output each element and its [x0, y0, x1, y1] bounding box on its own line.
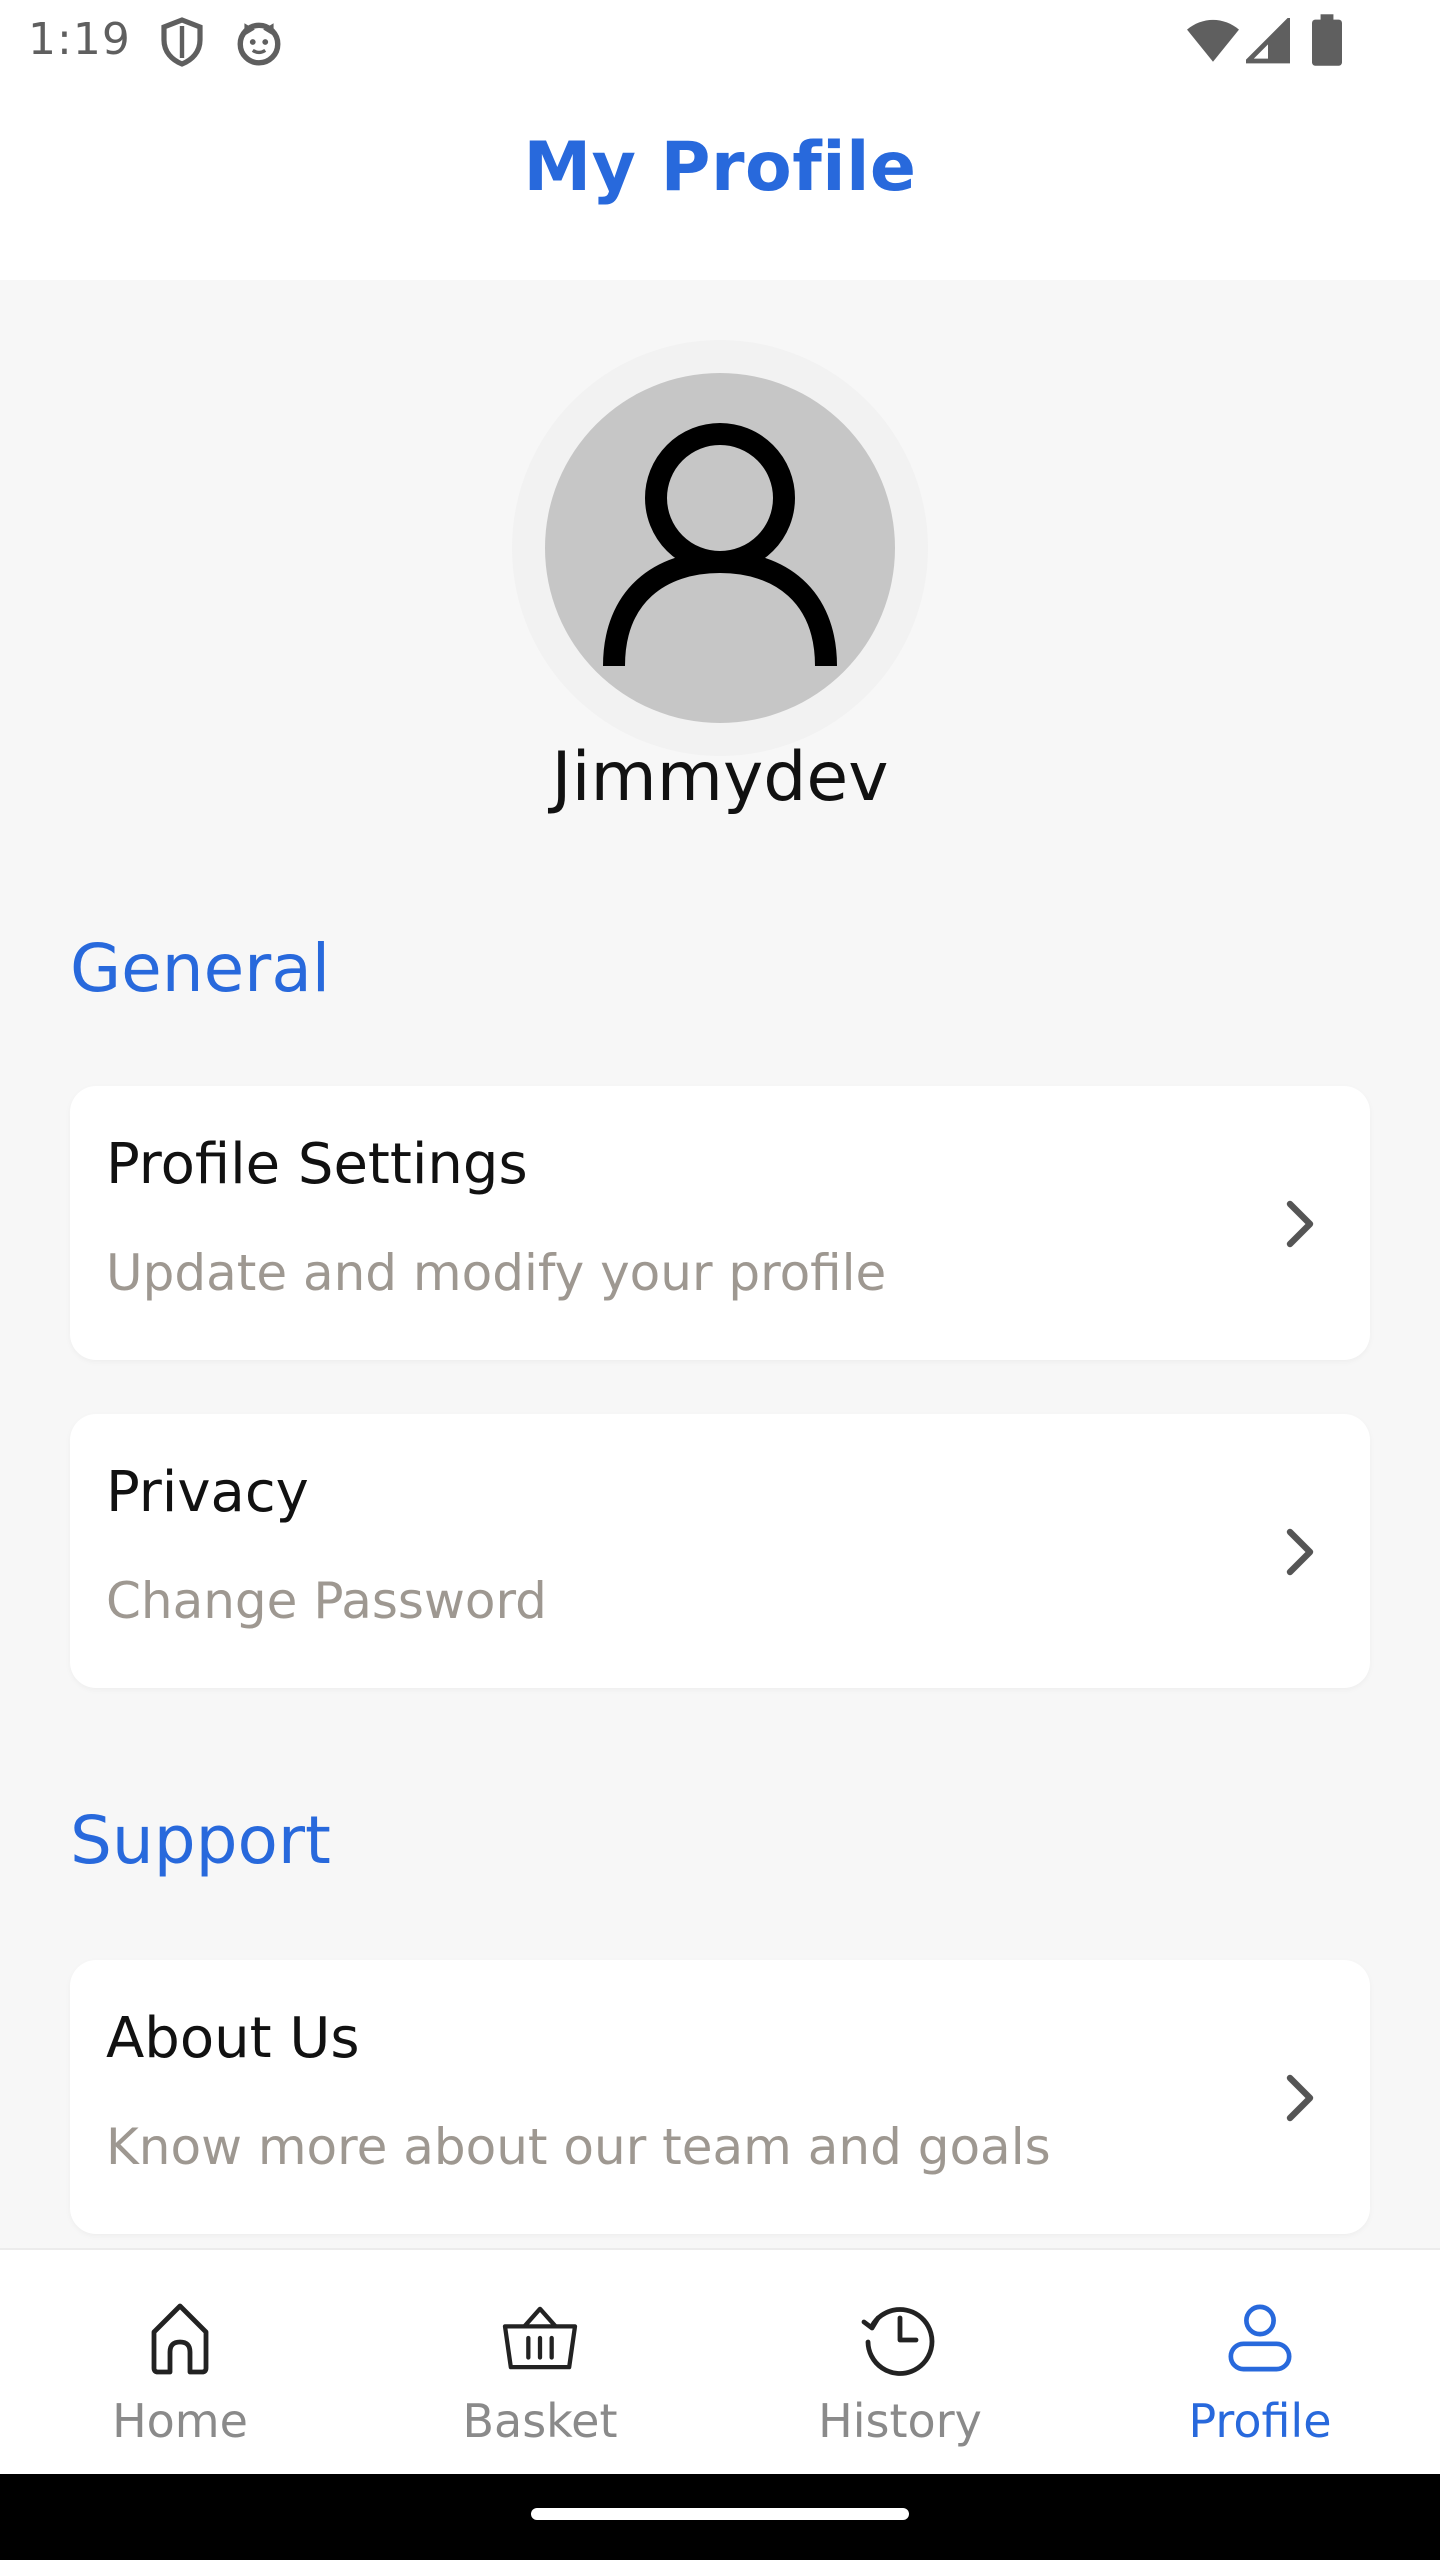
- menu-item-title: Privacy: [106, 1460, 309, 1525]
- app-header: My Profile: [0, 84, 1440, 280]
- menu-item-about-us[interactable]: About Us Know more about our team and go…: [70, 1960, 1370, 2234]
- menu-item-title: Profile Settings: [106, 1132, 528, 1197]
- shield-icon: [158, 16, 206, 72]
- avatar-circle: [545, 373, 895, 723]
- page-title: My Profile: [523, 127, 917, 207]
- nav-label: Home: [112, 2394, 248, 2448]
- person-icon: [600, 416, 840, 680]
- chevron-right-icon: [1280, 1196, 1320, 1256]
- nav-item-profile[interactable]: Profile: [1080, 2250, 1440, 2474]
- menu-item-subtitle: Update and modify your profile: [106, 1244, 887, 1302]
- section-title-support: Support: [70, 1802, 331, 1879]
- nav-item-history[interactable]: History: [720, 2250, 1080, 2474]
- nav-label: Profile: [1188, 2394, 1332, 2448]
- menu-item-privacy[interactable]: Privacy Change Password: [70, 1414, 1370, 1688]
- chevron-right-icon: [1280, 2070, 1320, 2130]
- status-time: 1:19: [28, 14, 131, 65]
- menu-item-profile-settings[interactable]: Profile Settings Update and modify your …: [70, 1086, 1370, 1360]
- wifi-icon: [1186, 18, 1240, 68]
- menu-item-subtitle: Know more about our team and goals: [106, 2118, 1051, 2176]
- home-gesture-handle[interactable]: [531, 2508, 909, 2520]
- system-gesture-bar: [0, 2474, 1440, 2560]
- profile-screen: 1:19 My Profile Jimmydev General Profile…: [0, 0, 1440, 2560]
- nav-label: History: [818, 2394, 982, 2448]
- nav-item-basket[interactable]: Basket: [360, 2250, 720, 2474]
- status-bar: 1:19: [0, 0, 1440, 84]
- bottom-navigation: Home Basket History Profile: [0, 2248, 1440, 2474]
- cellular-signal-icon: [1242, 15, 1291, 68]
- menu-item-title: About Us: [106, 2006, 360, 2071]
- cat-face-icon: [234, 16, 284, 72]
- battery-icon: [1312, 14, 1342, 70]
- chevron-right-icon: [1280, 1524, 1320, 1584]
- nav-item-home[interactable]: Home: [0, 2250, 360, 2474]
- avatar[interactable]: [512, 340, 928, 756]
- history-icon: [860, 2296, 940, 2380]
- username: Jimmydev: [551, 738, 889, 817]
- nav-label: Basket: [462, 2394, 618, 2448]
- menu-item-subtitle: Change Password: [106, 1572, 547, 1630]
- section-title-general: General: [70, 930, 331, 1007]
- home-icon: [148, 2296, 212, 2380]
- profile-icon: [1225, 2296, 1295, 2380]
- basket-icon: [501, 2296, 579, 2380]
